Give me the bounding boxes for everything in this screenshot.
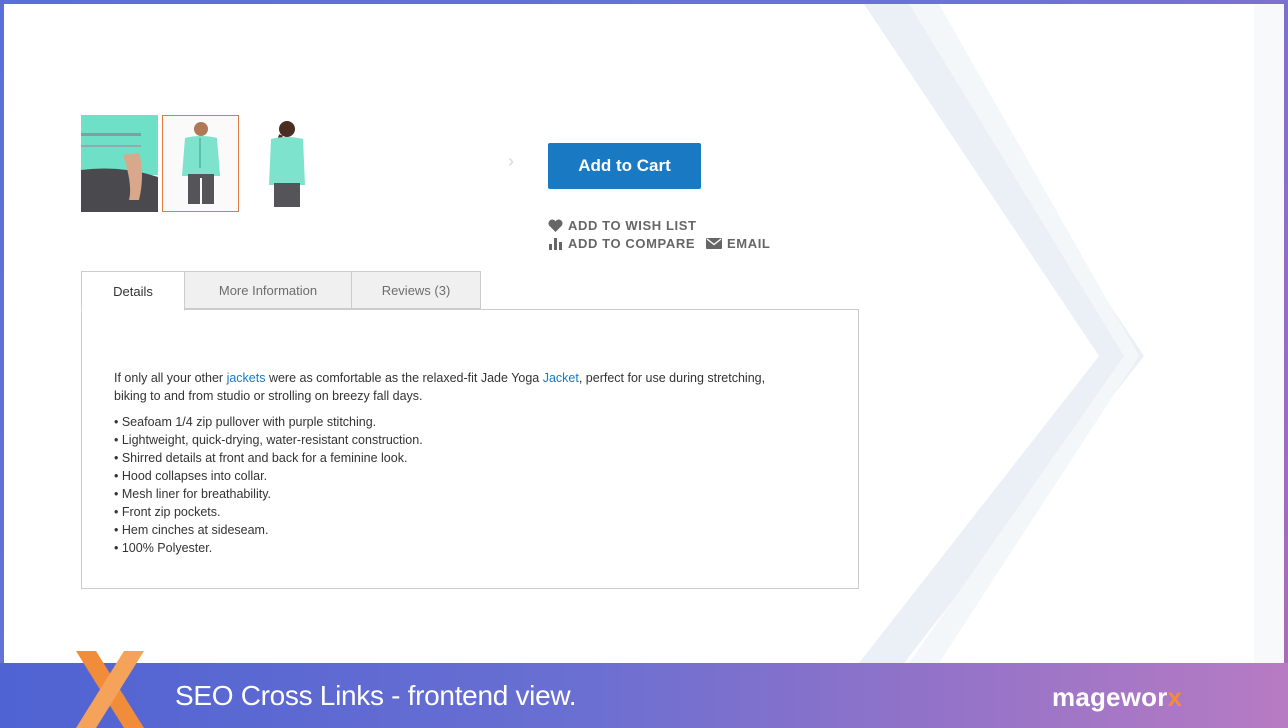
tab-details[interactable]: Details — [81, 271, 185, 311]
list-item: • Hood collapses into collar. — [114, 469, 268, 483]
product-thumbnail-front[interactable] — [162, 115, 239, 212]
product-thumbnail-strip: › — [81, 115, 541, 215]
add-to-wish-list-link[interactable]: ADD TO WISH LIST — [548, 218, 697, 233]
bar-chart-icon — [549, 238, 562, 250]
mageworx-logo: mageworx — [1052, 682, 1183, 712]
description-text: If only all your other — [114, 371, 227, 385]
tab-more-information[interactable]: More Information — [184, 271, 352, 309]
product-thumbnail-detail[interactable] — [81, 115, 158, 212]
cross-link-jacket[interactable]: Jacket — [543, 371, 579, 385]
list-item: • Front zip pockets. — [114, 505, 221, 519]
feature-list: • Seafoam 1/4 zip pullover with purple s… — [114, 413, 423, 557]
list-item: • Mesh liner for breathability. — [114, 487, 271, 501]
x-logo-icon — [76, 651, 144, 728]
tab-reviews[interactable]: Reviews (3) — [351, 271, 481, 309]
envelope-icon — [706, 238, 722, 249]
list-item: • Seafoam 1/4 zip pullover with purple s… — [114, 415, 377, 429]
heart-icon — [548, 219, 563, 232]
list-item: • Shirred details at front and back for … — [114, 451, 408, 465]
add-to-cart-button[interactable]: Add to Cart — [548, 143, 701, 189]
description-text: , perfect for use during stretching, — [578, 371, 766, 385]
wish-list-label: ADD TO WISH LIST — [568, 218, 697, 233]
email-label: EMAIL — [727, 236, 771, 251]
compare-label: ADD TO COMPARE — [568, 236, 696, 251]
add-to-compare-link[interactable]: ADD TO COMPARE — [548, 236, 695, 251]
footer-title: SEO Cross Links - frontend view. — [175, 680, 577, 711]
list-item: • Lightweight, quick-drying, water-resis… — [114, 433, 423, 447]
details-panel: If only all your other jackets were as c… — [81, 309, 859, 589]
chevron-right-icon[interactable]: › — [508, 151, 514, 172]
cross-link-jackets[interactable]: jackets — [227, 371, 266, 385]
product-description: If only all your other jackets were as c… — [114, 369, 814, 405]
description-text: were as comfortable as the relaxed-fit J… — [265, 371, 543, 385]
description-text: biking to and from studio or strolling o… — [114, 389, 423, 403]
list-item: • Hem cinches at sideseam. — [114, 523, 269, 537]
list-item: • 100% Polyester. — [114, 541, 213, 555]
page-frame: › Add to Cart ADD TO WISH LIST ADD TO CO… — [4, 4, 1284, 663]
product-thumbnail-back[interactable] — [247, 115, 324, 212]
email-link[interactable]: EMAIL — [706, 236, 770, 251]
footer-banner: SEO Cross Links - frontend view. magewor… — [0, 651, 1288, 728]
